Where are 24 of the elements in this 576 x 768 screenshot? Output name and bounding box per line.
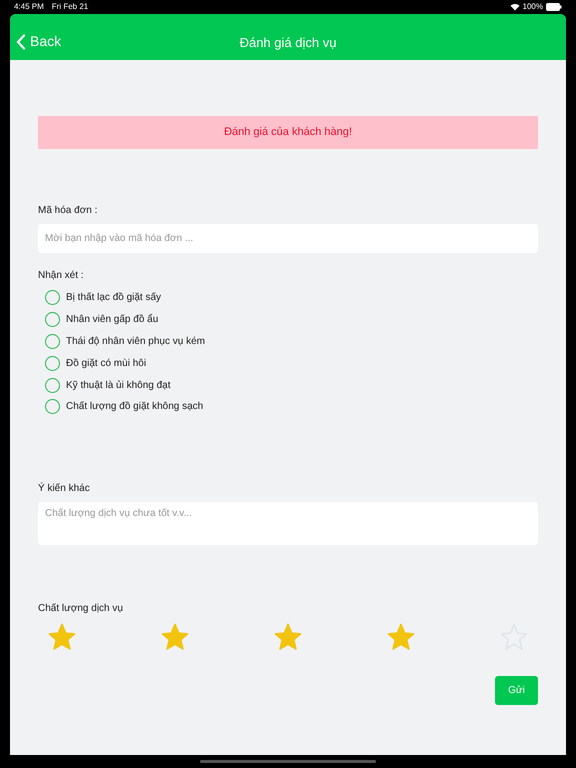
comment-option[interactable]: Thái độ nhân viên phục vụ kém — [45, 330, 538, 352]
other-textarea-field[interactable]: Chất lượng dịch vụ chưa tốt v.v... — [38, 502, 538, 545]
comment-option[interactable]: Đồ giặt có mùi hôi — [45, 352, 538, 374]
comment-option[interactable]: Kỹ thuật là ủi không đạt — [45, 374, 538, 396]
alert-banner: Đánh giá của khách hàng! — [38, 116, 538, 149]
rating-label: Chất lượng dịch vụ — [38, 602, 124, 616]
status-date: Fri Feb 21 — [52, 0, 88, 12]
chevron-left-icon — [16, 34, 26, 50]
star-icon[interactable] — [273, 622, 303, 652]
star-icon[interactable] — [47, 622, 77, 652]
status-time: 4:45 PM — [14, 0, 44, 12]
invoice-label: Mã hóa đơn : — [38, 204, 98, 218]
battery-icon — [546, 2, 562, 10]
comment-option[interactable]: Nhân viên gấp đồ ẩu — [45, 308, 538, 331]
comments-label: Nhận xét : — [38, 269, 85, 283]
comment-option[interactable]: Bị thất lạc đồ giặt sấy — [45, 287, 538, 309]
wifi-icon — [510, 2, 520, 10]
nav-title: Đánh giá dịch vụ — [240, 34, 336, 52]
battery-percent: 100% — [522, 0, 543, 12]
invoice-input-field[interactable]: Mời bạn nhập vào mã hóa đơn ... — [38, 224, 538, 253]
other-label: Ý kiến khác — [38, 481, 91, 496]
star-icon[interactable] — [160, 622, 190, 652]
comment-option[interactable]: Chất lượng đồ giặt không sạch — [45, 396, 538, 418]
star-icon[interactable] — [386, 622, 416, 652]
